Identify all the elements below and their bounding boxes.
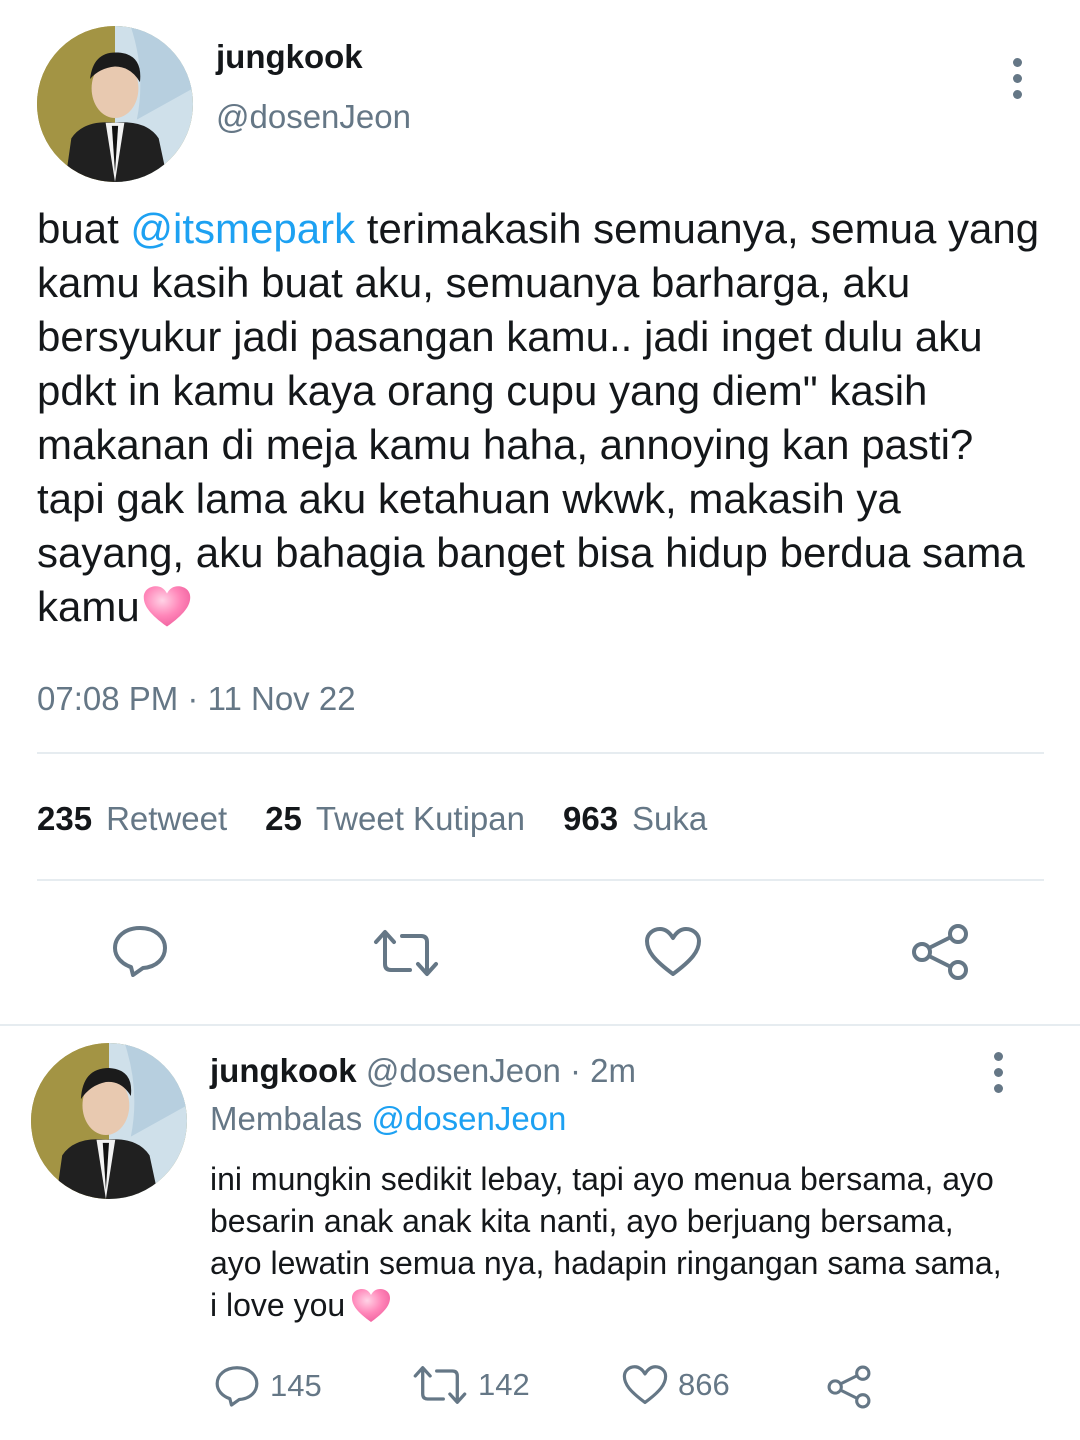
retweet-button[interactable] [372,928,440,978]
share-icon [912,924,968,980]
reply-author-handle[interactable]: @dosenJeon [366,1052,561,1089]
tweet-text: buat @itsmepark terimakasih semuanya, se… [37,202,1047,634]
author-handle[interactable]: @dosenJeon [216,98,411,136]
replying-to-mention[interactable]: @dosenJeon [371,1100,566,1137]
reply-share-button[interactable] [826,1364,872,1410]
retweet-icon [374,930,438,976]
divider [37,752,1044,754]
reply-button[interactable] [111,924,169,978]
quote-label: Tweet Kutipan [315,800,525,837]
like-count: 963 [562,800,619,837]
retweet-icon [413,1366,467,1404]
more-options-icon[interactable] [1010,58,1024,99]
like-icon [622,1365,668,1405]
tweet-stats: 235 Retweet 25 Tweet Kutipan 963 Suka [37,800,745,838]
retweet-label: Retweet [106,800,228,837]
tweet-timestamp[interactable]: 07:08 PM · 11 Nov 22 [37,680,356,718]
replying-to: Membalas @dosenJeon [210,1100,566,1138]
share-icon [827,1365,871,1409]
reply-count: 145 [270,1368,322,1403]
retweet-count: 235 [37,800,93,837]
reply-separator: · [570,1052,581,1089]
tweet-text-body: terimakasih semuanya, semua yang kamu ka… [37,205,1040,630]
like-count: 866 [678,1367,730,1402]
like-label: Suka [632,800,708,837]
tweet-detail-page: jungkook @dosenJeon buat @itsmepark teri… [0,0,1080,1440]
pink-heart-icon [143,586,190,627]
divider [37,879,1044,881]
reply-retweet-button[interactable]: 142 [412,1364,530,1406]
profile-photo [31,1043,187,1199]
retweet-stat[interactable]: 235 Retweet [37,800,227,838]
reply-icon [215,1366,259,1407]
reply-icon [113,926,167,977]
replying-label: Membalas [210,1100,363,1137]
pink-heart-icon [352,1289,391,1322]
reply-text-body: ini mungkin sedikit lebay, tapi ayo menu… [210,1161,1002,1323]
share-button[interactable] [910,922,970,982]
profile-photo [37,26,193,182]
reply-header: jungkook @dosenJeon · 2m [210,1052,636,1090]
avatar[interactable] [37,26,193,182]
reply-reply-button[interactable]: 145 [214,1364,322,1408]
like-stat[interactable]: 963 Suka [563,800,707,838]
reply-text: ini mungkin sedikit lebay, tapi ayo menu… [210,1158,1010,1326]
section-separator [0,1024,1080,1026]
retweet-count: 142 [478,1367,530,1402]
reply-time: 2m [590,1052,637,1089]
reply-like-button[interactable]: 866 [622,1364,730,1406]
author-name[interactable]: jungkook [216,38,363,76]
tweet-text-prefix: buat [37,205,131,252]
mention-link[interactable]: @itsmepark [130,205,355,252]
like-button[interactable] [644,926,702,978]
reply-author-name[interactable]: jungkook [210,1052,357,1089]
quote-stat[interactable]: 25 Tweet Kutipan [265,800,525,838]
like-icon [645,927,701,976]
reply-more-options-icon[interactable] [991,1052,1005,1093]
reply-avatar[interactable] [31,1043,187,1199]
quote-count: 25 [265,800,302,837]
